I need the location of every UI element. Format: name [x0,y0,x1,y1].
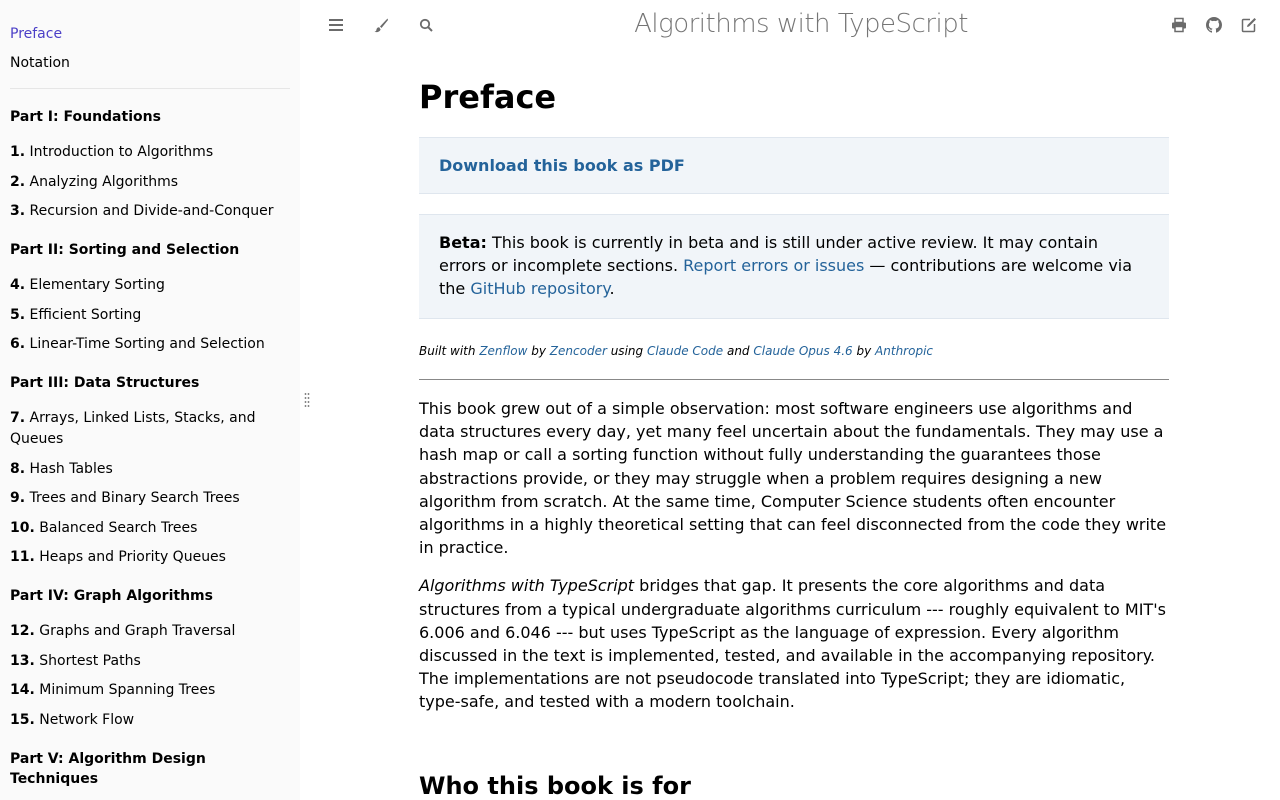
paragraph-text: bridges that gap. It presents the core a… [419,576,1166,712]
sidebar-chapter-link[interactable]: 3. Recursion and Divide-and-Conquer [10,201,290,222]
credit-text: using [606,344,647,358]
sidebar-chapter-link[interactable]: 8. Hash Tables [10,459,290,480]
paintbrush-icon [374,18,388,33]
chapter-label: Linear-Time Sorting and Selection [29,336,265,352]
chapter-number: 10. [10,519,35,536]
anthropic-link[interactable]: Anthropic [875,344,933,358]
chapter-label: Minimum Spanning Trees [39,682,216,698]
sidebar-chapter-link[interactable]: 14. Minimum Spanning Trees [10,680,290,701]
sidebar-chapter-link[interactable]: 1. Introduction to Algorithms [10,142,290,163]
chapter-number: 7. [10,410,26,426]
book-title-emphasis: Algorithms with TypeScript [419,576,635,596]
zenflow-link[interactable]: Zenflow [479,344,527,358]
sidebar-resize-handle[interactable] [304,392,310,408]
chapter-number: 5. [10,306,26,323]
edit-icon [1241,18,1256,33]
credit-text: by [852,344,876,358]
sidebar-divider [10,88,290,89]
sidebar-chapter-link[interactable]: 11. Heaps and Priority Queues [10,547,290,568]
beta-text: . [609,279,615,298]
download-callout: Download this book as PDF [419,137,1169,194]
chapter-label: Heaps and Priority Queues [39,549,226,565]
intro-paragraph: This book grew out of a simple observati… [419,399,1167,558]
chapter-label: Hash Tables [29,460,113,477]
chapter-number: 4. [10,277,26,293]
sidebar-part-heading: Part II: Sorting and Selection [10,242,240,258]
sidebar-item-notation[interactable]: Notation [10,53,290,73]
beta-label: Beta: [439,233,487,252]
search-button[interactable] [415,14,437,36]
sidebar-chapter-link[interactable]: 7. Arrays, Linked Lists, Stacks, and Que… [10,408,290,450]
chapter-label: Balanced Search Trees [39,519,198,536]
credit-text: by [527,344,550,358]
sidebar-chapter-link[interactable]: 2. Analyzing Algorithms [10,172,290,193]
bridge-paragraph: Algorithms with TypeScript bridges that … [419,574,1169,713]
github-button[interactable] [1203,14,1225,36]
sidebar-part-heading: Part III: Data Structures [10,375,200,391]
chapter-label: Efficient Sorting [29,306,142,323]
section-heading-audience: Who this book is for [419,771,691,800]
search-icon [419,18,433,32]
github-repository-link[interactable]: GitHub repository [470,279,609,298]
sidebar-part-heading: Part V: Algorithm Design Techniques [10,750,206,787]
sidebar-chapter-list: Part I: Foundations 1. Introduction to Al… [10,107,290,800]
chapter-number: 1. [10,144,26,160]
edit-button[interactable] [1238,14,1260,36]
theme-button[interactable] [370,14,392,36]
sidebar-item-preface[interactable]: Preface [10,24,290,44]
top-menu-bar: Algorithms with TypeScript [300,0,1280,50]
menu-icon [329,19,343,31]
sidebar-chapter-link[interactable]: 6. Linear-Time Sorting and Selection [10,334,290,355]
sidebar-chapter-link[interactable]: 4. Elementary Sorting [10,275,290,296]
horizontal-rule [419,379,1169,380]
chapter-number: 15. [10,711,35,728]
sidebar: Preface Notation Part I: Foundations 1. I… [0,0,300,800]
download-pdf-link[interactable]: Download this book as PDF [439,156,685,175]
chapter-number: 6. [10,336,26,352]
grip-icon [304,393,310,407]
sidebar-chapter-link[interactable]: 12. Graphs and Graph Traversal [10,621,290,642]
chapter-number: 9. [10,490,26,506]
book-title: Algorithms with TypeScript [634,9,968,39]
chapter-label: Trees and Binary Search Trees [29,490,240,506]
credit-text: and [723,344,754,358]
claude-code-link[interactable]: Claude Code [647,344,723,358]
claude-opus-link[interactable]: Claude Opus 4.6 [753,344,852,358]
beta-notice: Beta: This book is currently in beta and… [419,214,1169,319]
sidebar-chapter-link[interactable]: 13. Shortest Paths [10,651,290,672]
chapter-number: 14. [10,682,35,698]
built-with-credits: Built with Zenflow by Zencoder using Cla… [419,343,1169,359]
chapter-label: Graphs and Graph Traversal [39,623,236,639]
sidebar-part-heading: Part I: Foundations [10,109,161,125]
chapter-number: 12. [10,623,35,639]
chapter-label: Shortest Paths [39,652,141,669]
chapter-label: Recursion and Divide-and-Conquer [29,203,274,219]
sidebar-chapter-link[interactable]: 5. Efficient Sorting [10,305,290,326]
report-issues-link[interactable]: Report errors or issues [683,256,864,275]
sidebar-chapter-link[interactable]: 10. Balanced Search Trees [10,518,290,539]
page-title: Preface [419,78,557,116]
chapter-number: 11. [10,549,35,565]
chapter-label: Elementary Sorting [29,277,165,293]
zencoder-link[interactable]: Zencoder [550,344,607,358]
chapter-label: Analyzing Algorithms [29,173,179,190]
chapter-number: 2. [10,173,26,190]
chapter-number: 8. [10,460,26,477]
chapter-number: 3. [10,203,26,219]
chapter-label: Network Flow [39,711,135,728]
sidebar-part-heading: Part IV: Graph Algorithms [10,588,213,604]
chapter-label: Arrays, Linked Lists, Stacks, and Queues [10,410,256,447]
toggle-sidebar-button[interactable] [325,14,347,36]
sidebar-chapter-link[interactable]: 9. Trees and Binary Search Trees [10,488,290,509]
print-button[interactable] [1168,14,1190,36]
print-icon [1172,17,1186,33]
chapter-label: Introduction to Algorithms [29,144,214,160]
main-content: Preface Download this book as PDF Beta: … [419,70,1169,800]
credit-text: Built with [419,344,480,358]
sidebar-chapter-link[interactable]: 15. Network Flow [10,710,290,731]
github-icon [1206,17,1222,33]
chapter-number: 13. [10,652,35,669]
